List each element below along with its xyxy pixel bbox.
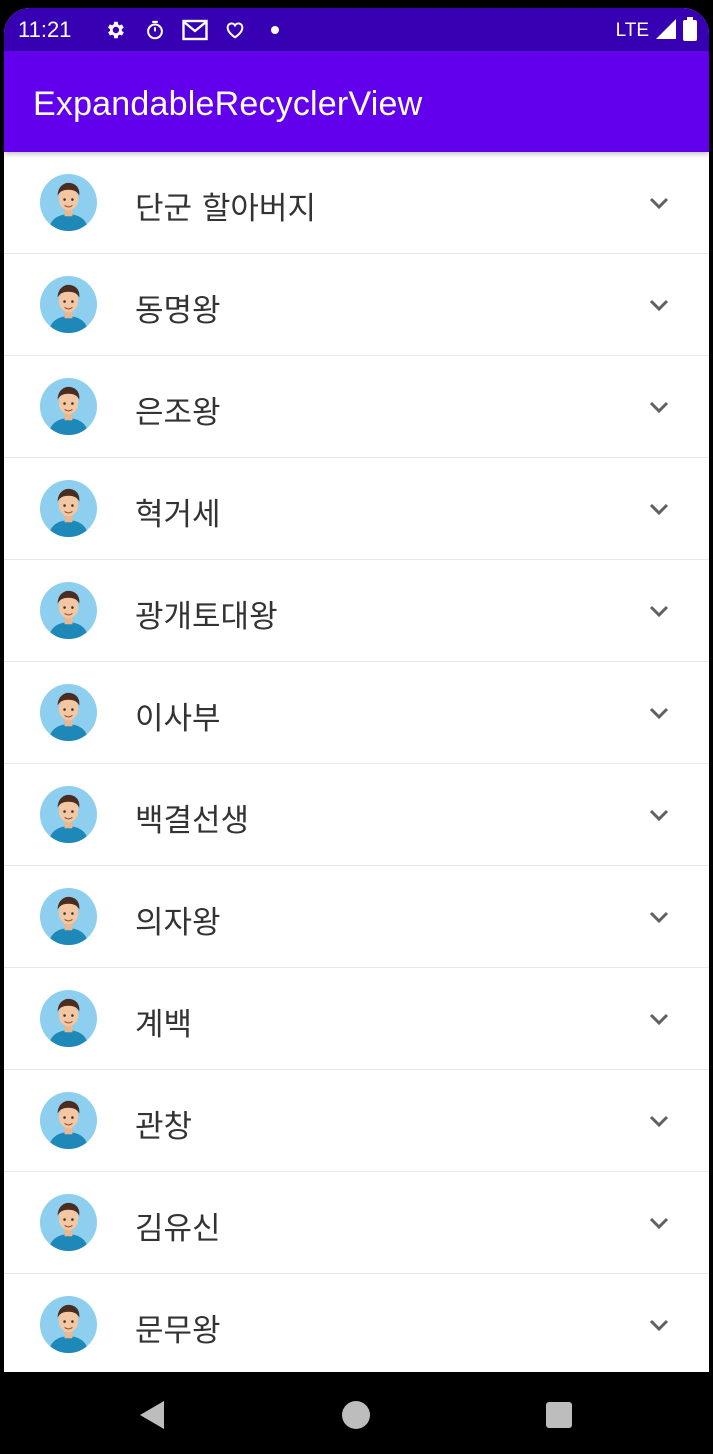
list-item[interactable]: 이사부: [4, 662, 709, 764]
list-item[interactable]: 광개토대왕: [4, 560, 709, 662]
person-avatar-icon: [39, 989, 98, 1048]
person-avatar-icon: [39, 1295, 98, 1354]
signal-icon: [655, 18, 677, 44]
dot-icon: [262, 18, 288, 42]
device-frame: 11:21 LTE ExpandableRecyclerView 단군 할아버지…: [0, 0, 713, 1454]
chevron-down-icon[interactable]: [644, 698, 674, 728]
person-avatar-icon: [39, 479, 98, 538]
list-item-label: 동명왕: [135, 293, 221, 329]
list-item[interactable]: 단군 할아버지: [4, 152, 709, 254]
gear-icon: [102, 18, 128, 42]
expandable-list: 단군 할아버지 동명왕 은조왕 혁거세 광개토대왕 이사부 백결선생 의자왕 계…: [4, 152, 709, 1372]
status-time: 11:21: [18, 17, 72, 42]
navigation-bar: [0, 1372, 713, 1454]
list-item-label: 혁거세: [135, 497, 221, 533]
app-bar: ExpandableRecyclerView: [4, 51, 709, 152]
mail-icon: [182, 18, 208, 42]
chevron-down-icon[interactable]: [644, 290, 674, 320]
list-item-label: 이사부: [135, 701, 221, 737]
screen: 11:21 LTE ExpandableRecyclerView 단군 할아버지…: [4, 8, 709, 1372]
list-item-label: 백결선생: [135, 803, 250, 839]
person-avatar-icon: [39, 173, 98, 232]
chevron-down-icon[interactable]: [644, 596, 674, 626]
status-bar: 11:21 LTE: [4, 8, 709, 51]
list-item[interactable]: 혁거세: [4, 458, 709, 560]
list-item[interactable]: 김유신: [4, 1172, 709, 1274]
home-icon[interactable]: [342, 1401, 370, 1429]
list-item-label: 광개토대왕: [135, 599, 278, 635]
person-avatar-icon: [39, 377, 98, 436]
list-item[interactable]: 관창: [4, 1070, 709, 1172]
chevron-down-icon[interactable]: [644, 1004, 674, 1034]
list-item[interactable]: 은조왕: [4, 356, 709, 458]
chevron-down-icon[interactable]: [644, 494, 674, 524]
network-label: LTE: [615, 20, 649, 41]
person-avatar-icon: [39, 785, 98, 844]
chevron-down-icon[interactable]: [644, 1310, 674, 1340]
list-item-label: 관창: [135, 1109, 193, 1145]
person-avatar-icon: [39, 683, 98, 742]
person-avatar-icon: [39, 1091, 98, 1150]
status-right: LTE: [616, 17, 697, 45]
list-item-label: 문무왕: [135, 1313, 221, 1349]
list-item-label: 은조왕: [135, 395, 221, 431]
chevron-down-icon[interactable]: [644, 392, 674, 422]
notification-icons: [102, 18, 288, 42]
chevron-down-icon[interactable]: [644, 188, 674, 218]
list-item[interactable]: 문무왕: [4, 1274, 709, 1372]
person-avatar-icon: [39, 887, 98, 946]
list-item[interactable]: 계백: [4, 968, 709, 1070]
chevron-down-icon[interactable]: [644, 1208, 674, 1238]
list-item-label: 계백: [135, 1007, 193, 1043]
chevron-down-icon[interactable]: [644, 800, 674, 830]
stopwatch-icon: [142, 18, 168, 42]
list-item[interactable]: 백결선생: [4, 764, 709, 866]
list-item[interactable]: 동명왕: [4, 254, 709, 356]
list-item[interactable]: 의자왕: [4, 866, 709, 968]
battery-icon: [683, 17, 697, 45]
person-avatar-icon: [39, 1193, 98, 1252]
chevron-down-icon[interactable]: [644, 902, 674, 932]
list-item-label: 의자왕: [135, 905, 221, 941]
heart-icon: [222, 18, 248, 42]
app-title: ExpandableRecyclerView: [33, 85, 423, 123]
person-avatar-icon: [39, 275, 98, 334]
person-avatar-icon: [39, 581, 98, 640]
chevron-down-icon[interactable]: [644, 1106, 674, 1136]
back-icon[interactable]: [138, 1399, 166, 1435]
recents-icon[interactable]: [546, 1402, 572, 1428]
list-item-label: 단군 할아버지: [135, 191, 316, 227]
list-item-label: 김유신: [135, 1211, 221, 1247]
